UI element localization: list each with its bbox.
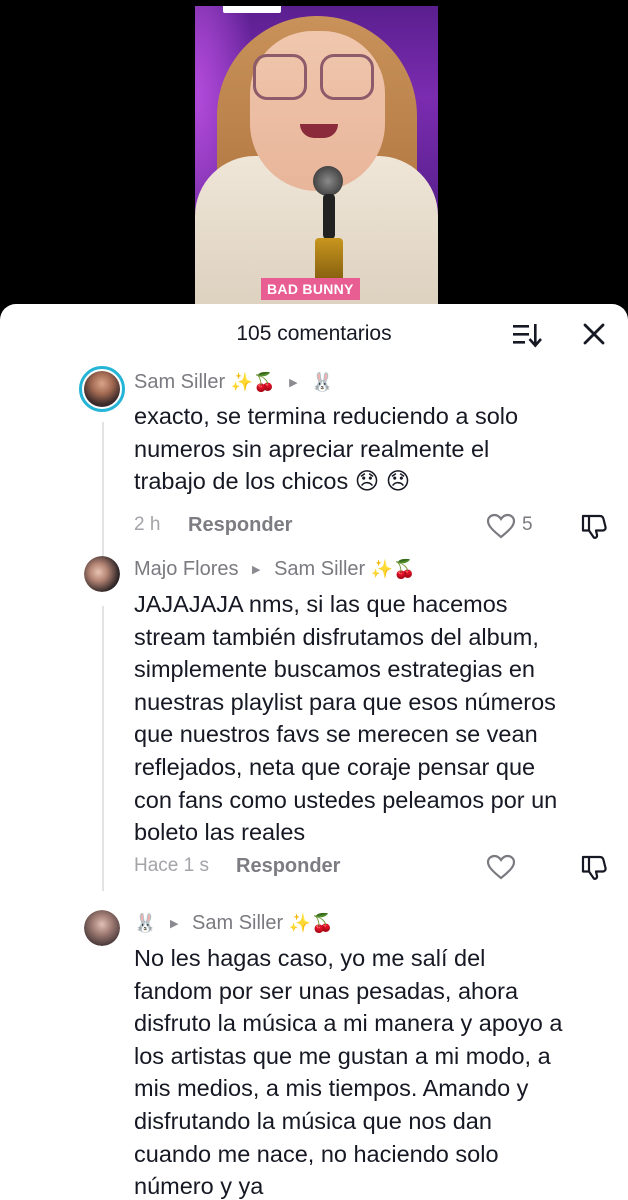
reply-arrow-icon: ▶ [289, 377, 298, 389]
reply-to-name[interactable]: 🐰 [311, 372, 333, 392]
avatar[interactable] [79, 366, 125, 412]
trophy-stand [315, 238, 343, 278]
close-icon[interactable] [580, 320, 608, 348]
dislike-icon[interactable] [580, 512, 608, 540]
reply-arrow-icon: ▶ [169, 918, 179, 930]
comment-author[interactable]: 🐰 [134, 913, 156, 933]
video-caption-tag: BAD BUNNY [261, 278, 360, 300]
avatar[interactable] [84, 556, 120, 592]
comment-author[interactable]: Majo Flores [134, 558, 238, 580]
comment-item: Sam Siller ✨🍒 ▶ 🐰 exacto, se termina red… [0, 364, 628, 572]
reply-to-name[interactable]: Sam Siller [274, 558, 365, 580]
comment-text: JAJAJAJA nms, si las que hacemos stream … [134, 591, 558, 846]
glasses-right [320, 54, 374, 100]
comment-text: No les hagas caso, yo me salí del fandom… [134, 945, 563, 1200]
microphone-body [323, 194, 335, 239]
reply-arrow-icon: ▶ [252, 564, 261, 576]
microphone-icon [313, 166, 343, 196]
avatar[interactable] [84, 910, 120, 946]
glasses-left [253, 54, 307, 100]
reply-button[interactable]: Responder [188, 513, 292, 537]
like-count: 5 [522, 514, 533, 535]
heart-icon[interactable] [486, 513, 516, 539]
author-emoji: ✨🍒 [230, 372, 276, 392]
video-top-label [223, 6, 281, 13]
sort-icon[interactable] [512, 322, 542, 348]
dislike-icon[interactable] [580, 853, 608, 881]
thread-line [102, 606, 104, 891]
comment-item: Majo Flores ▶ Sam Siller ✨🍒 JAJAJAJA nms… [0, 554, 628, 894]
comment-author[interactable]: Sam Siller [134, 371, 225, 393]
comment-text: exacto, se termina reduciendo a solo num… [134, 403, 519, 495]
heart-icon[interactable] [486, 854, 516, 880]
reply-to-name[interactable]: Sam Siller [192, 912, 283, 934]
reply-to-emoji: ✨🍒 [288, 913, 334, 933]
thread-line [102, 422, 104, 572]
comment-author-row: Majo Flores ▶ Sam Siller ✨🍒 [134, 556, 416, 585]
comment-item: 🐰 ▶ Sam Siller ✨🍒 No les hagas caso, yo … [0, 908, 628, 1200]
comment-author-row: 🐰 ▶ Sam Siller ✨🍒 [134, 910, 334, 939]
comments-sheet: 105 comentarios Sam Siller ✨🍒 ▶ 🐰 exacto… [0, 304, 628, 1200]
comment-time: Hace 1 s [134, 855, 209, 876]
video-preview[interactable]: BAD BUNNY [195, 6, 438, 310]
reply-button[interactable]: Responder [236, 854, 340, 878]
comments-header: 105 comentarios [0, 304, 628, 364]
comment-author-row: Sam Siller ✨🍒 ▶ 🐰 [134, 369, 334, 398]
comment-time: 2 h [134, 514, 161, 535]
reply-to-emoji: ✨🍒 [370, 559, 416, 579]
